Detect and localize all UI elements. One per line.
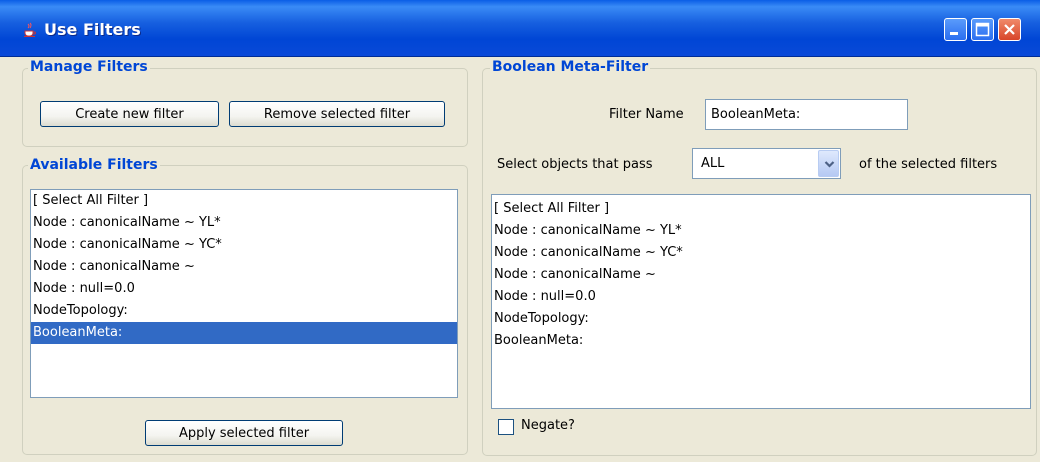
- maximize-button[interactable]: [971, 18, 994, 41]
- use-filters-window: Use Filters Manage Filters Create new fi…: [0, 0, 1040, 462]
- chevron-down-icon: [824, 161, 835, 168]
- list-item[interactable]: Node : canonicalName ~ YL*: [31, 212, 457, 234]
- filter-name-label: Filter Name: [609, 107, 684, 122]
- list-item[interactable]: [ Select All Filter ]: [31, 190, 457, 212]
- list-item[interactable]: BooleanMeta:: [492, 330, 1030, 352]
- pass-mode-select[interactable]: ALL: [692, 148, 841, 179]
- list-item[interactable]: [ Select All Filter ]: [492, 198, 1030, 220]
- list-item[interactable]: Node : canonicalName ~: [492, 264, 1030, 286]
- negate-label: Negate?: [521, 418, 575, 433]
- title-bar[interactable]: Use Filters: [0, 0, 1040, 57]
- list-item[interactable]: NodeTopology:: [492, 308, 1030, 330]
- filter-name-field[interactable]: BooleanMeta:: [705, 99, 908, 130]
- combo-dropdown-button[interactable]: [818, 150, 839, 177]
- list-item[interactable]: Node : canonicalName ~ YL*: [492, 220, 1030, 242]
- minimize-button[interactable]: [944, 18, 967, 41]
- available-filters-list[interactable]: [ Select All Filter ] Node : canonicalNa…: [30, 189, 458, 398]
- select-prefix-label: Select objects that pass: [497, 157, 653, 172]
- select-suffix-label: of the selected filters: [859, 157, 998, 172]
- meta-filters-list[interactable]: [ Select All Filter ] Node : canonicalNa…: [491, 194, 1031, 409]
- close-button[interactable]: [998, 18, 1021, 41]
- list-item[interactable]: Node : canonicalName ~: [31, 256, 457, 278]
- list-item[interactable]: NodeTopology:: [31, 300, 457, 322]
- list-item[interactable]: Node : canonicalName ~ YC*: [492, 242, 1030, 264]
- available-filters-title: Available Filters: [28, 157, 160, 173]
- boolean-meta-title: Boolean Meta-Filter: [490, 59, 651, 75]
- list-item[interactable]: Node : null=0.0: [492, 286, 1030, 308]
- window-title: Use Filters: [44, 20, 141, 39]
- negate-checkbox[interactable]: [498, 419, 514, 435]
- list-item[interactable]: Node : canonicalName ~ YC*: [31, 234, 457, 256]
- manage-filters-title: Manage Filters: [28, 59, 150, 75]
- list-item[interactable]: Node : null=0.0: [31, 278, 457, 300]
- create-filter-button[interactable]: Create new filter: [40, 101, 219, 127]
- list-item-selected[interactable]: BooleanMeta:: [31, 322, 457, 344]
- java-cup-icon: [22, 22, 38, 38]
- remove-filter-button[interactable]: Remove selected filter: [229, 101, 445, 127]
- pass-mode-value: ALL: [701, 156, 725, 171]
- apply-filter-button[interactable]: Apply selected filter: [145, 420, 343, 446]
